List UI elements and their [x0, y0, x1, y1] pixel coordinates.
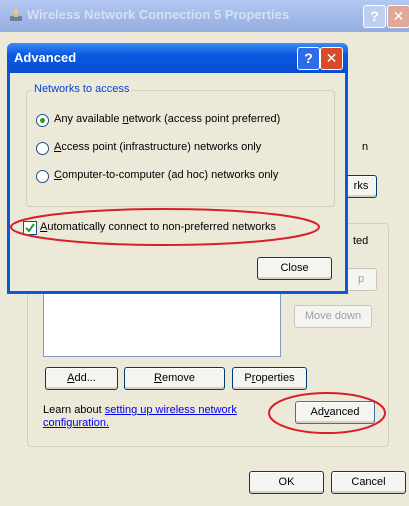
add-button[interactable]: Add... [45, 367, 118, 390]
properties-title-bar: Wireless Network Connection 5 Properties… [0, 0, 409, 32]
advanced-title-bar: Advanced ? ✕ [7, 43, 348, 73]
option-ad-hoc[interactable]: Computer-to-computer (ad hoc) networks o… [36, 169, 326, 185]
advanced-help-button[interactable]: ? [297, 47, 320, 70]
learn-about-label: Learn about [43, 404, 105, 416]
learn-about-text: Learn about setting up wireless network … [43, 404, 273, 430]
radio-ad-hoc[interactable] [36, 170, 49, 183]
option-access-point-label: Access point (infrastructure) networks o… [54, 141, 262, 153]
option-any-network[interactable]: Any available network (access point pref… [36, 113, 326, 129]
advanced-title: Advanced [14, 50, 77, 65]
networks-to-access-label: Networks to access [32, 83, 132, 95]
advanced-dialog: Advanced ? ✕ Networks to access Any avai… [7, 43, 348, 294]
option-any-network-label: Any available network (access point pref… [54, 113, 281, 125]
remove-button[interactable]: Remove [124, 367, 225, 390]
move-down-button: Move down [294, 305, 372, 328]
auto-connect-highlight-ellipse [10, 208, 320, 246]
ok-button[interactable]: OK [249, 471, 324, 494]
partial-networks-button[interactable]: rks [345, 175, 377, 198]
preferred-networks-list[interactable] [43, 290, 281, 357]
advanced-close-button[interactable]: ✕ [320, 47, 343, 70]
properties-help-button[interactable]: ? [363, 5, 386, 28]
properties-button[interactable]: Properties [232, 367, 307, 390]
properties-close-button[interactable]: ✕ [387, 5, 409, 28]
radio-any-network[interactable] [36, 114, 49, 127]
advanced-highlight-ellipse [268, 392, 386, 434]
network-icon [9, 8, 23, 22]
advanced-dialog-body: Networks to access Any available network… [10, 73, 345, 291]
option-ad-hoc-label: Computer-to-computer (ad hoc) networks o… [54, 169, 279, 181]
option-access-point[interactable]: Access point (infrastructure) networks o… [36, 141, 326, 157]
properties-title: Wireless Network Connection 5 Properties [27, 7, 290, 22]
close-button[interactable]: Close [257, 257, 332, 280]
radio-access-point[interactable] [36, 142, 49, 155]
partial-label-n: n [362, 141, 369, 153]
cancel-button[interactable]: Cancel [331, 471, 406, 494]
